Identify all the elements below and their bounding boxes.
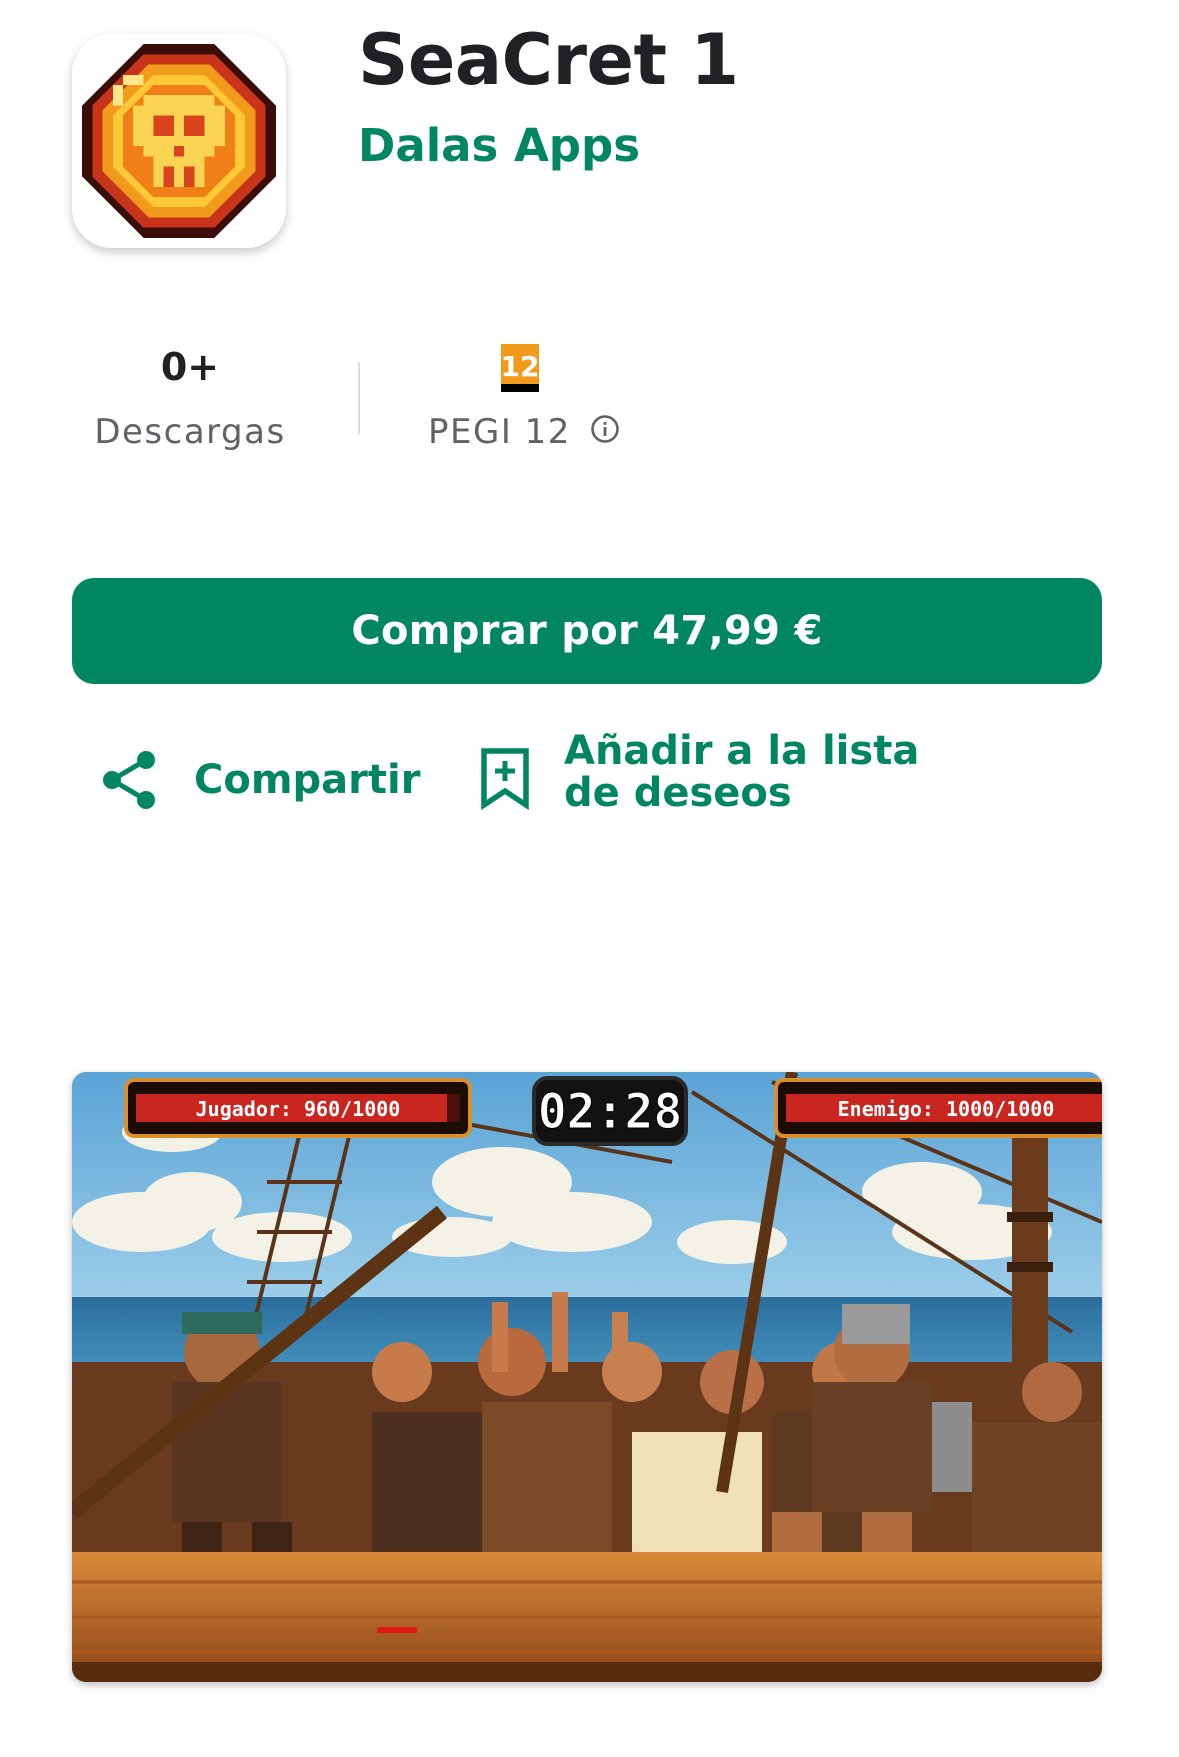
match-timer: 02:28 bbox=[532, 1076, 688, 1146]
app-icon bbox=[72, 34, 286, 248]
player-health-bar: Jugador: 960/1000 bbox=[124, 1078, 472, 1138]
enemy-health-text: Enemigo: 1000/1000 bbox=[838, 1097, 1055, 1121]
pegi-label: PEGI 12 bbox=[428, 412, 571, 452]
player-health-text: Jugador: 960/1000 bbox=[196, 1097, 401, 1121]
enemy-health-bar: Enemigo: 1000/1000 bbox=[774, 1078, 1102, 1138]
info-icon[interactable] bbox=[590, 414, 620, 444]
developer-link[interactable]: Dalas Apps bbox=[358, 118, 640, 174]
share-label: Compartir bbox=[194, 757, 421, 803]
app-title: SeaCret 1 bbox=[358, 19, 739, 101]
pegi-badge-text: 12 bbox=[501, 350, 539, 383]
share-button[interactable]: Compartir bbox=[100, 740, 420, 820]
pegi-rating[interactable]: PEGI 12 bbox=[428, 410, 620, 454]
timer-text: 02:28 bbox=[538, 1084, 683, 1140]
share-icon bbox=[103, 751, 155, 809]
bookmark-add-icon bbox=[481, 748, 529, 811]
pixel-skull-coin-icon bbox=[72, 34, 286, 248]
wishlist-button[interactable]: Añadir a la lista de deseos bbox=[478, 730, 944, 814]
downloads-label: Descargas bbox=[94, 412, 286, 452]
game-screenshot[interactable]: Jugador: 960/1000 02:28 Enemigo: 1000/10… bbox=[72, 1072, 1102, 1682]
game-scene-image: Jugador: 960/1000 02:28 Enemigo: 1000/10… bbox=[72, 1072, 1102, 1682]
buy-button[interactable]: Comprar por 47,99 € bbox=[72, 578, 1102, 684]
downloads-value: 0+ bbox=[160, 345, 220, 389]
pegi-12-badge: 12 bbox=[501, 344, 539, 392]
wishlist-label: Añadir a la lista de deseos bbox=[564, 728, 920, 816]
stat-divider bbox=[358, 362, 360, 434]
buy-button-label: Comprar por 47,99 € bbox=[351, 608, 823, 654]
